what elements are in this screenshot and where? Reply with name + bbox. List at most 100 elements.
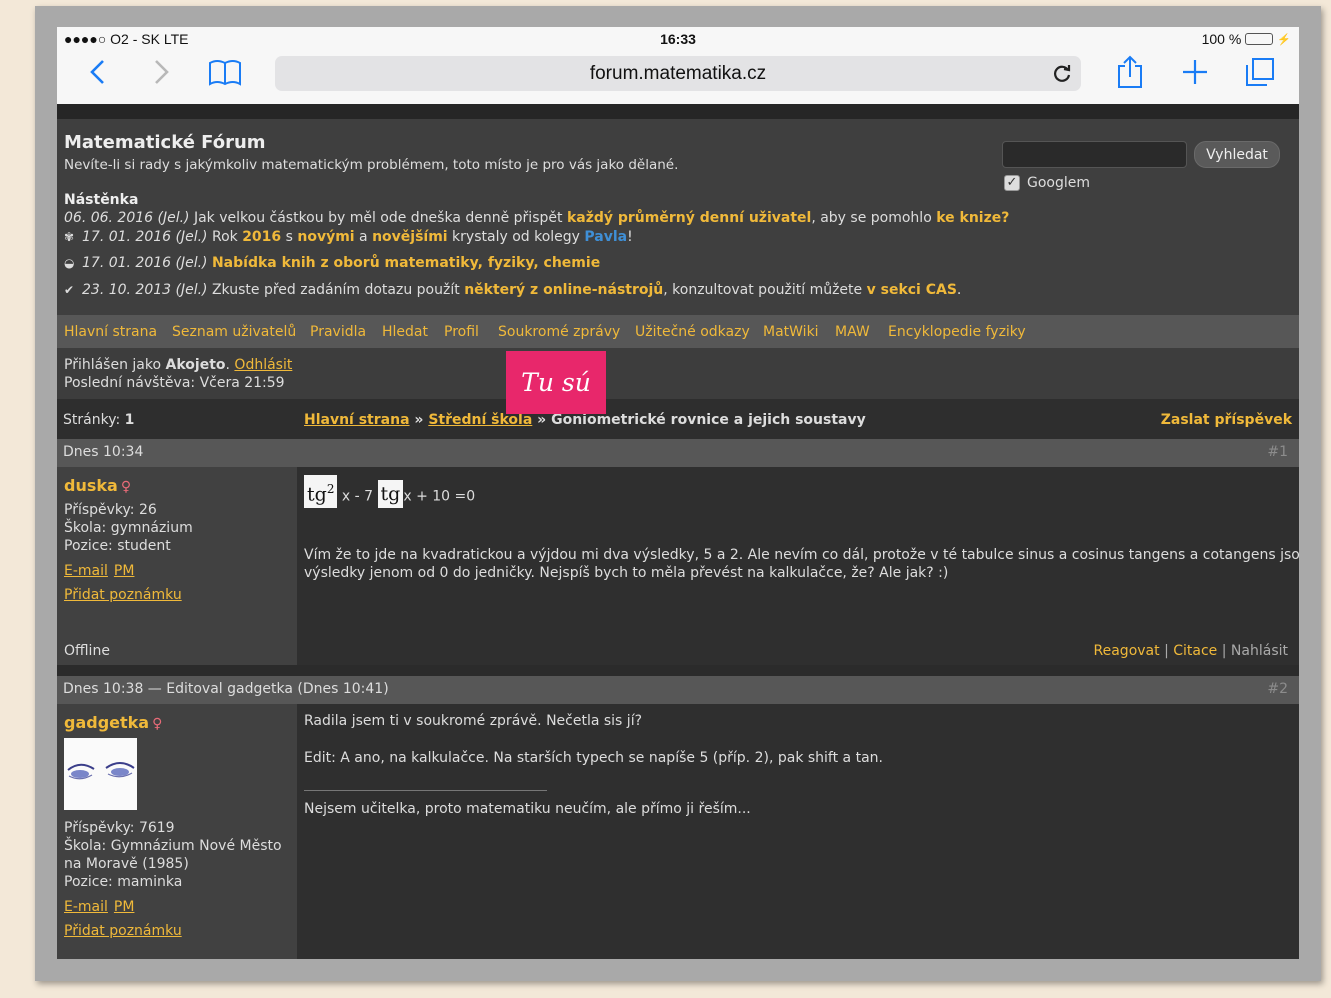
main-nav: Hlavní strana Seznam uživatelů Pravidla … (57, 315, 1299, 348)
post-content: Radila jsem ti v soukromé zprávě. Nečetl… (297, 704, 1299, 959)
nav-messages[interactable]: Soukromé zprávy (498, 324, 620, 340)
post-text-line: výsledky jenom od 0 do jedničky. Nejspíš… (304, 565, 949, 581)
url-text: forum.matematika.cz (589, 62, 767, 84)
breadcrumb-home[interactable]: Hlavní strana (304, 412, 410, 428)
pm-link[interactable]: PM (114, 563, 135, 579)
battery-area: 100 % ⚡ (1202, 31, 1291, 47)
google-label: Googlem (1027, 175, 1091, 191)
nav-rules[interactable]: Pravidla (310, 324, 366, 340)
checkmark-icon[interactable]: ✓ (1004, 175, 1020, 191)
reply-link[interactable]: Reagovat (1094, 643, 1160, 659)
news-text: , konzultovat použití můžete (663, 282, 867, 298)
share-icon (1118, 55, 1142, 88)
report-link[interactable]: Nahlásit (1231, 643, 1288, 659)
signature-divider (304, 790, 547, 791)
author-name-text[interactable]: gadgetka (64, 713, 149, 732)
news-link[interactable]: v sekci CAS (867, 282, 957, 298)
nav-maw[interactable]: MAW (835, 324, 870, 340)
news-link[interactable]: ke knize? (936, 210, 1009, 226)
email-link[interactable]: E-mail (64, 899, 108, 915)
breadcrumb-sep: » (409, 412, 429, 428)
reload-icon[interactable] (1051, 62, 1073, 84)
page-number[interactable]: 1 (125, 412, 135, 428)
eyes-avatar-icon (64, 738, 137, 810)
post-header: Dnes 10:34 #1 (57, 439, 1299, 467)
check-icon: ✔ (64, 283, 75, 297)
email-link[interactable]: E-mail (64, 563, 108, 579)
breadcrumb-section[interactable]: Střední škola (428, 412, 532, 428)
clock: 16:33 (660, 31, 696, 47)
add-note-link[interactable]: Přidat poznámku (64, 587, 182, 603)
post-separator (57, 665, 1299, 676)
charging-icon: ⚡ (1277, 33, 1291, 46)
forward-button[interactable] (144, 55, 178, 89)
sticker-annotation: Tu sú (506, 351, 606, 414)
url-bar[interactable]: forum.matematika.cz (275, 56, 1081, 91)
post-number[interactable]: #1 (1267, 444, 1288, 460)
battery-icon (1245, 33, 1274, 45)
author-note: Přidat poznámku (64, 923, 188, 939)
news-text: krystaly od kolegy (447, 229, 585, 245)
female-icon: ♀ (120, 479, 132, 495)
news-link[interactable]: novými (297, 229, 354, 245)
username: Akojeto (165, 357, 226, 373)
math-image: tg2 (304, 475, 338, 509)
plus-icon (1183, 60, 1207, 84)
post-number[interactable]: #2 (1267, 681, 1288, 697)
back-button[interactable] (81, 55, 115, 89)
author-position: Pozice: maminka (64, 874, 183, 890)
quote-link[interactable]: Citace (1173, 643, 1217, 659)
author-name-text[interactable]: duska (64, 476, 118, 495)
news-link[interactable]: 2016 (242, 229, 281, 245)
post-header: Dnes 10:38 — Editoval gadgetka (Dnes 10:… (57, 676, 1299, 704)
author-name[interactable]: duska ♀ (64, 476, 131, 495)
bookmarks-button[interactable] (208, 55, 242, 89)
post-text-line: Edit: A ano, na kalkulačce. Na starších … (304, 750, 883, 766)
math-tg: tg (380, 483, 401, 506)
post-text-line: Vím že to jde na kvadratickou a výjdou m… (304, 547, 1299, 563)
post-reply-link[interactable]: Zaslat příspěvek (1161, 412, 1292, 428)
logout-link[interactable]: Odhlásit (234, 357, 292, 373)
post-date: Dnes 10:38 — Editoval gadgetka (Dnes 10:… (63, 681, 389, 697)
search-input[interactable] (1002, 141, 1187, 168)
post-text: Vím že to jde na kvadratickou a výjdou m… (304, 546, 1299, 582)
post-text-line: Radila jsem ti v soukromé zprávě. Nečetl… (304, 713, 643, 729)
topic-title: Goniometrické rovnice a jejich soustavy (551, 412, 866, 428)
news-text: . (956, 282, 962, 298)
nav-matwiki[interactable]: MatWiki (763, 324, 819, 340)
nav-profile[interactable]: Profil (444, 324, 479, 340)
google-checkbox[interactable]: ✓ Googlem (1004, 175, 1090, 191)
news-text: Jak velkou částkou by měl ode dneška den… (189, 210, 567, 226)
flower-icon: ✾ (64, 230, 75, 244)
news-text: ! (627, 229, 633, 245)
news-link[interactable]: Nabídka knih z oborů matematiky, fyziky,… (212, 255, 600, 271)
author-name[interactable]: gadgetka ♀ (64, 713, 162, 732)
news-link[interactable]: některý z online-nástrojů (464, 282, 663, 298)
news-text: Zkuste před zadáním dotazu použít (207, 282, 465, 298)
nav-links[interactable]: Užitečné odkazy (635, 324, 750, 340)
pm-link[interactable]: PM (114, 899, 135, 915)
news-text: a (354, 229, 373, 245)
site-description: Nevíte-li si rady s jakýmkoliv matematic… (64, 157, 679, 173)
site-title[interactable]: Matematické Fórum (64, 132, 266, 153)
nav-physics[interactable]: Encyklopedie fyziky (888, 324, 1026, 340)
search-button[interactable]: Vyhledat (1194, 141, 1280, 168)
nav-home[interactable]: Hlavní strana (64, 324, 157, 340)
math-text: x + 10 =0 (403, 488, 476, 505)
add-note-link[interactable]: Přidat poznámku (64, 923, 182, 939)
share-button[interactable] (1113, 55, 1147, 89)
back-chevron-icon (90, 60, 104, 84)
news-item: ✔ 23. 10. 2013 (Jel.) Zkuste před zadáním… (64, 282, 961, 298)
nav-search[interactable]: Hledat (382, 324, 428, 340)
new-tab-button[interactable] (1178, 55, 1212, 89)
nav-users[interactable]: Seznam uživatelů (172, 324, 296, 340)
tabs-button[interactable] (1243, 55, 1277, 89)
user-link[interactable]: Pavla (584, 229, 627, 245)
author-position: Pozice: student (64, 538, 171, 554)
logged-in-line: Přihlášen jako Akojeto. Odhlásit (64, 357, 293, 373)
female-icon: ♀ (152, 716, 163, 732)
news-link[interactable]: novějšími (372, 229, 448, 245)
news-date: 06. 06. 2016 (Jel.) (64, 210, 190, 226)
news-link[interactable]: každý průměrný denní uživatel (567, 210, 811, 226)
post-actions: Reagovat | Citace | Nahlásit (1093, 643, 1288, 659)
